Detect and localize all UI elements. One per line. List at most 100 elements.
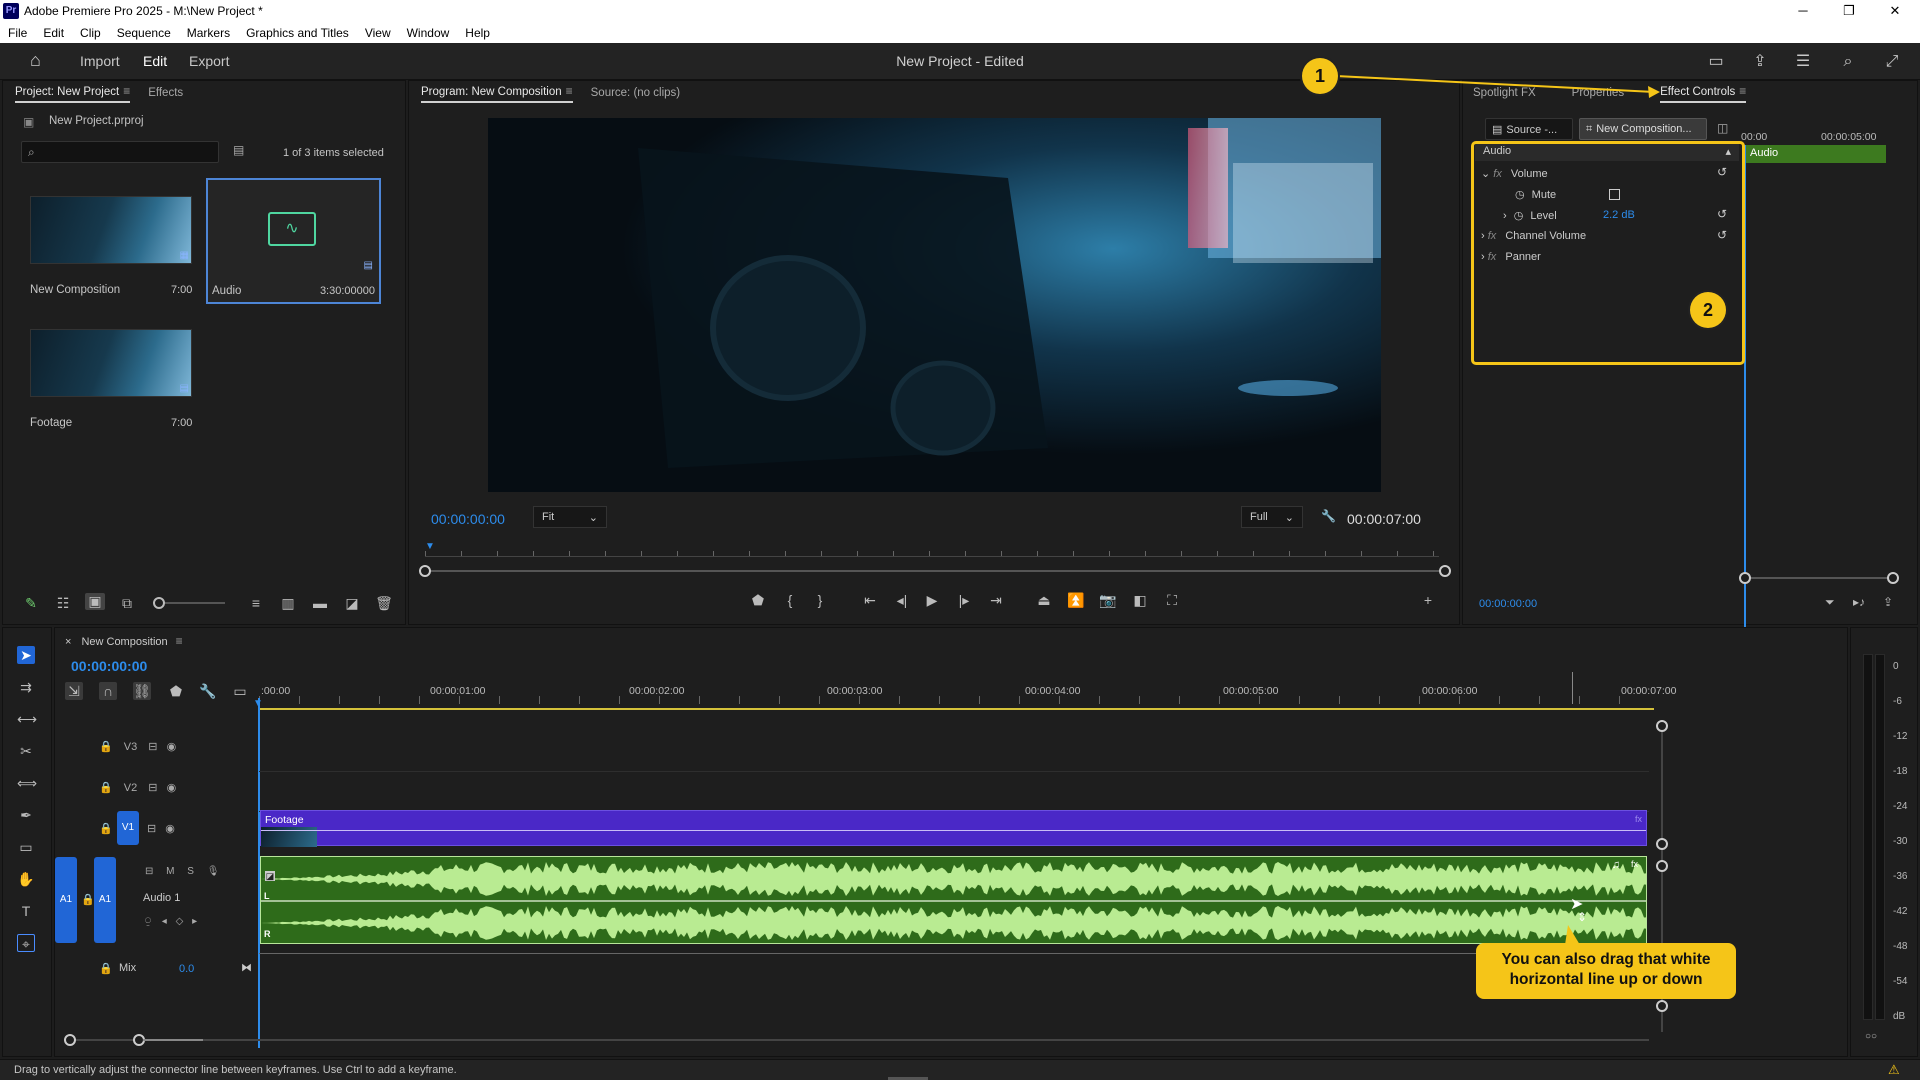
button-editor-icon[interactable]: + — [1419, 591, 1437, 609]
play-icon[interactable]: ▶ — [923, 591, 941, 609]
timeline-settings-icon[interactable]: 🔧 — [199, 682, 217, 700]
audio-clip[interactable]: ◪ L R ♫ fx — [260, 856, 1647, 944]
fit-dropdown[interactable]: Fit ⌄ — [533, 506, 607, 528]
menu-view[interactable]: View — [365, 26, 391, 40]
zoom-slider-handle[interactable] — [153, 597, 165, 609]
track-select-tool-icon[interactable]: ⇉ — [17, 678, 35, 696]
v-scroll-handle-top[interactable] — [1656, 720, 1668, 732]
tab-effects[interactable]: Effects — [148, 87, 183, 99]
razor-tool-icon[interactable]: ✂ — [17, 742, 35, 760]
tab-source[interactable]: Source: (no clips) — [591, 87, 680, 99]
nav-edit[interactable]: Edit — [143, 53, 167, 69]
playhead-head-icon[interactable]: ▼ — [253, 698, 263, 709]
menu-clip[interactable]: Clip — [80, 26, 101, 40]
tab-project[interactable]: Project: New Project ≡ — [15, 84, 131, 103]
share-icon[interactable]: ⇪ — [1750, 53, 1770, 71]
menu-edit[interactable]: Edit — [43, 26, 64, 40]
new-item-icon[interactable]: ◪ — [342, 595, 362, 612]
selection-tool-icon[interactable]: ➤ — [17, 646, 35, 664]
trash-icon[interactable]: 🗑 — [374, 595, 394, 612]
toggle-timeline-icon[interactable]: ◫ — [1717, 121, 1728, 135]
tab-properties[interactable]: Properties — [1572, 87, 1624, 99]
menu-window[interactable]: Window — [407, 26, 450, 40]
filter-icon[interactable]: ⏷ — [1825, 595, 1835, 610]
linked-selection-icon[interactable]: ⛓ — [133, 682, 151, 700]
wrench-icon[interactable]: 🔧 — [1321, 509, 1336, 523]
home-icon[interactable]: ⌂ — [30, 50, 41, 71]
ec-scroll-handle-right[interactable] — [1887, 572, 1899, 584]
sort-icon[interactable]: ≡ — [246, 595, 266, 611]
close-icon[interactable]: ✕ — [1872, 0, 1918, 22]
add-marker-timeline-icon[interactable]: ⬟ — [167, 682, 185, 700]
quality-dropdown[interactable]: Full ⌄ — [1241, 506, 1303, 528]
mark-in-icon[interactable]: { — [781, 591, 799, 609]
caption-tool-icon[interactable]: ⌖ — [17, 934, 35, 952]
program-scrollbar[interactable] — [425, 570, 1447, 572]
program-ruler[interactable] — [425, 543, 1439, 557]
tab-spotlight-fx[interactable]: Spotlight FX — [1473, 87, 1536, 99]
source-clip-button[interactable]: ▤ Source -... — [1485, 118, 1573, 140]
timeline-timecode[interactable]: 00:00:00:00 — [71, 658, 147, 674]
extract-icon[interactable]: ⏫ — [1067, 591, 1085, 609]
workspace-icon[interactable]: ▭ — [1706, 53, 1726, 71]
a-scroll-handle-bottom[interactable] — [1656, 1000, 1668, 1012]
h-scroll-thumb[interactable] — [143, 1039, 203, 1041]
hand-tool-icon[interactable]: ✋ — [17, 870, 35, 888]
a-scroll-handle-top[interactable] — [1656, 860, 1668, 872]
menu-file[interactable]: File — [8, 26, 27, 40]
menu-graphics[interactable]: Graphics and Titles — [246, 26, 349, 40]
add-marker-icon[interactable]: ⬟ — [749, 591, 767, 609]
automate-sequence-icon[interactable]: ▥ — [278, 595, 298, 612]
playhead-marker[interactable]: ▼ — [425, 541, 435, 552]
minimize-icon[interactable]: ─ — [1780, 0, 1826, 22]
ec-timecode[interactable]: 00:00:00:00 — [1479, 598, 1537, 610]
program-timecode[interactable]: 00:00:00:00 — [431, 511, 505, 527]
maximize-icon[interactable]: ❐ — [1826, 0, 1872, 22]
menu-help[interactable]: Help — [465, 26, 490, 40]
menu-markers[interactable]: Markers — [187, 26, 230, 40]
workspaces-menu-icon[interactable]: ☰ — [1793, 53, 1813, 71]
sequence-tab[interactable]: × New Composition ≡ — [65, 634, 183, 648]
fullscreen-icon[interactable]: ⤢ — [1882, 53, 1902, 71]
step-back-icon[interactable]: ◂| — [893, 591, 911, 609]
nav-export[interactable]: Export — [189, 53, 229, 69]
v-scroll-handle-mid[interactable] — [1656, 838, 1668, 850]
tab-program[interactable]: Program: New Composition ≡ — [421, 84, 573, 103]
tab-effect-controls[interactable]: Effect Controls ≡ — [1660, 84, 1747, 103]
track-a1-target[interactable]: A1 — [94, 857, 116, 943]
source-a1-patch[interactable]: A1 — [55, 857, 77, 943]
new-bin-icon[interactable]: ▬ — [310, 595, 330, 611]
write-lock-icon[interactable]: ✎ — [21, 595, 41, 612]
scrollbar-handle-right[interactable] — [1439, 565, 1451, 577]
mix-pan-icon[interactable]: ⧓ — [241, 961, 252, 974]
h-scroll-handle-left[interactable] — [64, 1034, 76, 1046]
lift-icon[interactable]: ⏏ — [1035, 591, 1053, 609]
scrollbar-handle-left[interactable] — [419, 565, 431, 577]
solo-meter-buttons[interactable]: ○○ — [1865, 1031, 1877, 1042]
camera-icon[interactable]: 📷 — [1099, 591, 1117, 609]
type-tool-icon[interactable]: T — [17, 902, 35, 920]
opacity-line[interactable] — [261, 830, 1646, 831]
keyframe-nav[interactable]: ⍜ ◂ ◇ ▸ — [145, 916, 197, 927]
freeform-view-icon[interactable]: ⧉ — [117, 595, 137, 612]
new-search-bin-icon[interactable]: ▤ — [233, 143, 244, 157]
sequence-clip-button[interactable]: ⌗ New Composition... — [1579, 118, 1707, 140]
icon-view-icon[interactable]: ▣ — [85, 593, 105, 610]
video-frame[interactable] — [488, 118, 1381, 492]
ripple-edit-tool-icon[interactable]: ⟷ — [17, 710, 37, 728]
track-v1-target[interactable]: V1 — [117, 811, 139, 845]
warning-icon[interactable]: ⚠ — [1888, 1062, 1900, 1078]
list-view-icon[interactable]: ☷ — [53, 595, 73, 612]
lock-icon[interactable]: 🔒 — [99, 962, 113, 975]
ec-audio-clip-bar[interactable]: Audio — [1746, 145, 1886, 163]
insert-nest-icon[interactable]: ⇲ — [65, 682, 83, 700]
captions-icon[interactable]: ▭ — [231, 682, 249, 700]
ec-scroll-handle-left[interactable] — [1739, 572, 1751, 584]
go-to-in-icon[interactable]: ⇤ — [861, 591, 879, 609]
video-clip-footage[interactable]: Footage fx — [260, 810, 1647, 847]
thumbnail-audio[interactable]: ∿ ▤ Audio 3:30:00000 — [206, 178, 381, 304]
search-input[interactable]: ⌕ — [21, 141, 219, 163]
lock-icon[interactable]: 🔒 — [99, 822, 113, 835]
timeline-h-scrollbar[interactable] — [69, 1039, 1649, 1041]
play-audio-icon[interactable]: ▸♪ — [1853, 595, 1865, 609]
